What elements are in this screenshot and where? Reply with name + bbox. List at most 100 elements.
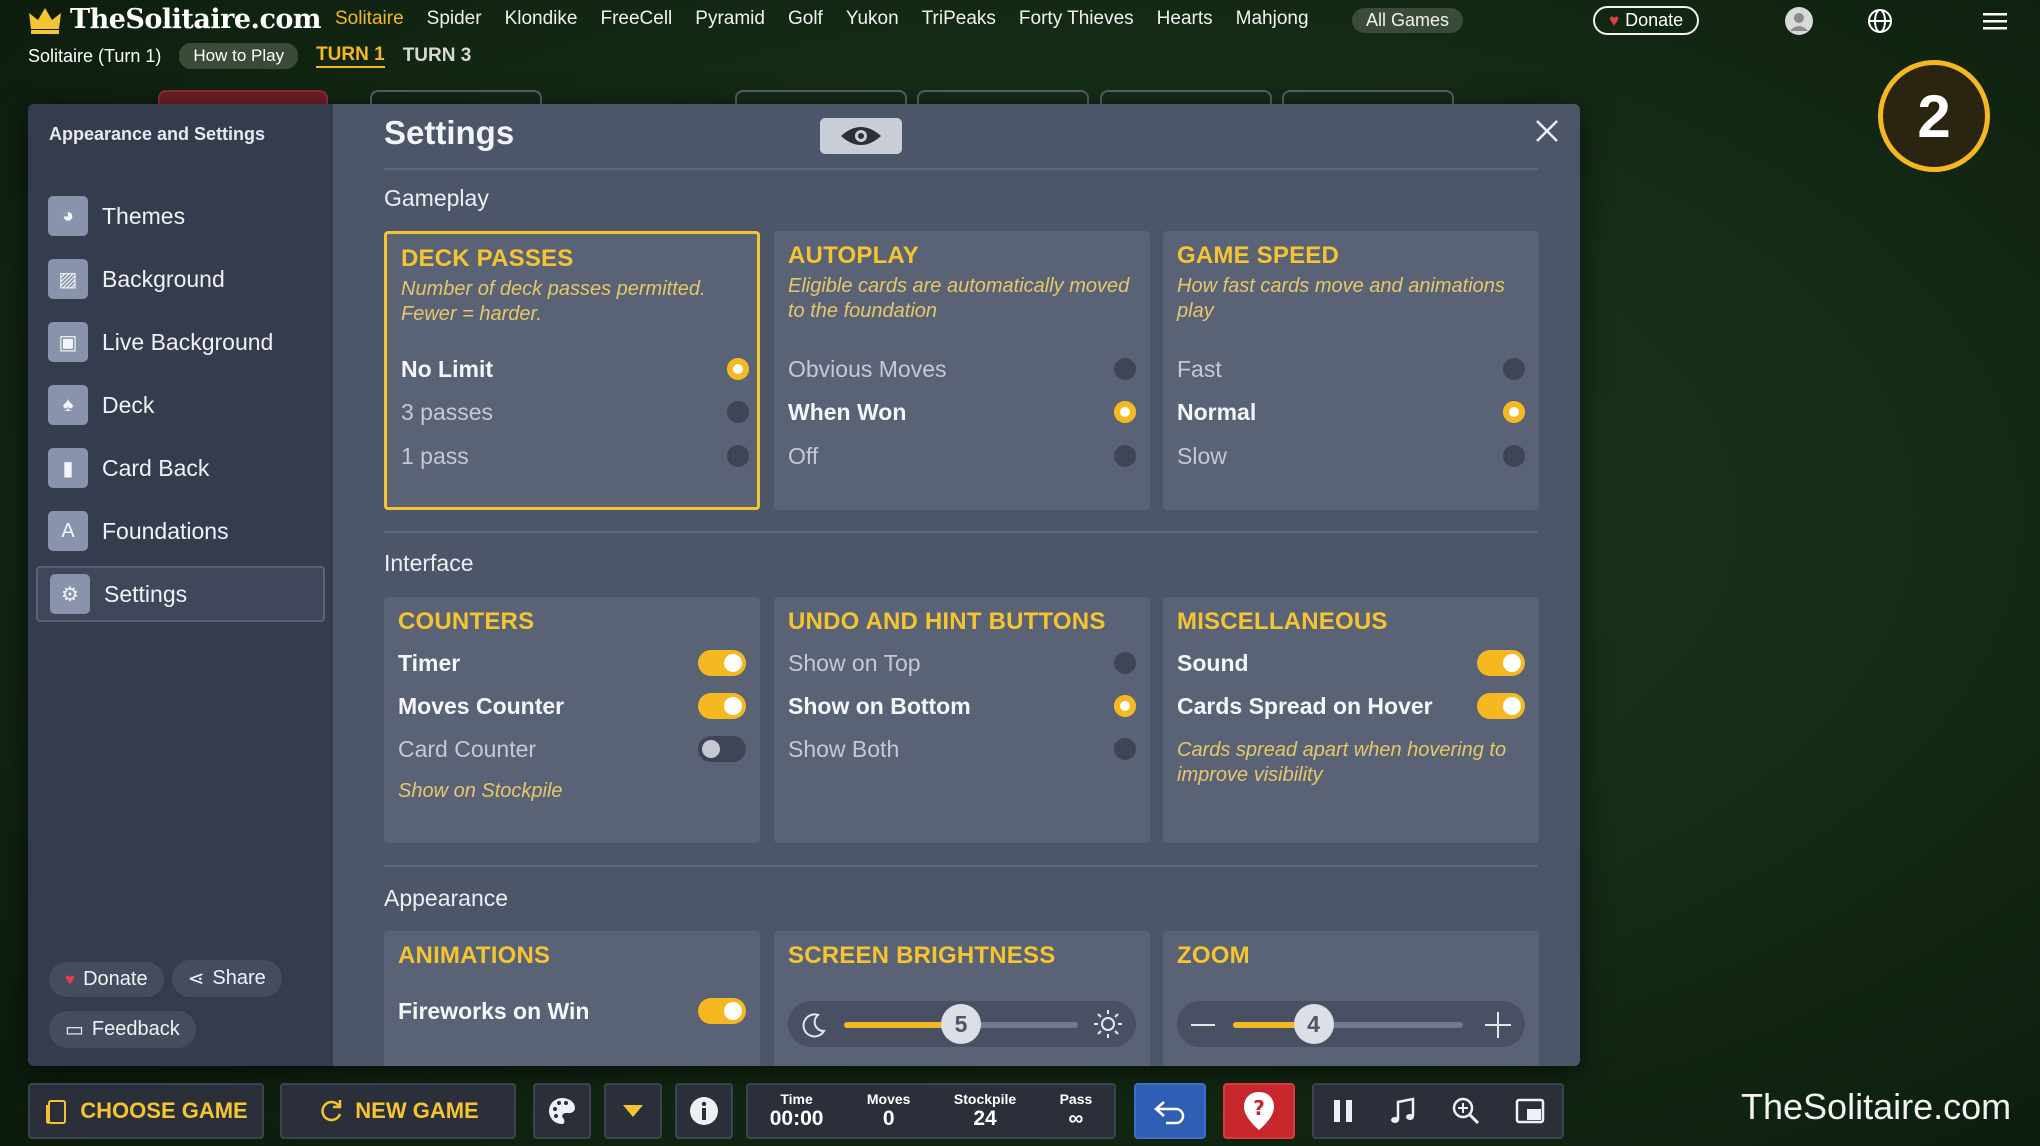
option-show-on-top[interactable]: Show on Top xyxy=(788,648,1136,678)
nav-yukon[interactable]: Yukon xyxy=(846,8,899,30)
radio[interactable] xyxy=(727,445,749,467)
option-normal[interactable]: Normal xyxy=(1177,397,1525,427)
sidebar-item-themes[interactable]: ◕ Themes xyxy=(36,188,325,244)
undo-button[interactable] xyxy=(1134,1083,1206,1139)
nav-forty-thieves[interactable]: Forty Thieves xyxy=(1019,8,1134,30)
option-show-on-bottom[interactable]: Show on Bottom xyxy=(788,691,1136,721)
radio-selected[interactable] xyxy=(727,358,749,380)
sidebar-item-background[interactable]: ▨ Background xyxy=(36,251,325,307)
minus-icon[interactable] xyxy=(1189,1011,1217,1039)
radio[interactable] xyxy=(1503,358,1525,380)
zoom-slider[interactable]: 4 xyxy=(1177,1001,1525,1047)
sun-icon xyxy=(1094,1010,1122,1038)
sidebar-item-deck[interactable]: ♠ Deck xyxy=(36,377,325,433)
share-button[interactable]: ⋖ Share xyxy=(171,959,282,997)
option-3-passes[interactable]: 3 passes xyxy=(401,397,749,427)
radio-selected[interactable] xyxy=(1114,695,1136,717)
sidebar-item-settings[interactable]: ⚙ Settings xyxy=(36,566,325,622)
zoom-in-icon[interactable] xyxy=(1451,1096,1481,1126)
option-fast[interactable]: Fast xyxy=(1177,354,1525,384)
slider-knob[interactable]: 5 xyxy=(941,1004,981,1044)
turn1-tab[interactable]: TURN 1 xyxy=(316,44,385,68)
radio[interactable] xyxy=(1114,445,1136,467)
option-obvious-moves[interactable]: Obvious Moves xyxy=(788,354,1136,384)
sidebar-item-live-background[interactable]: ▣ Live Background xyxy=(36,314,325,370)
slider-knob[interactable]: 4 xyxy=(1293,1004,1334,1044)
image-icon: ▨ xyxy=(48,259,88,299)
hint-button[interactable]: ? xyxy=(1223,1083,1295,1139)
feedback-button[interactable]: ▭ Feedback xyxy=(49,1011,196,1048)
preview-button[interactable] xyxy=(820,118,902,154)
nav-hearts[interactable]: Hearts xyxy=(1157,8,1213,30)
sidebar-item-foundations[interactable]: A Foundations xyxy=(36,503,325,559)
how-to-play-button[interactable]: How to Play xyxy=(179,43,299,69)
donate-button[interactable]: ♥ Donate xyxy=(49,962,164,997)
refresh-icon xyxy=(321,1100,342,1122)
logo-text: TheSolitaire.com xyxy=(70,4,321,35)
radio-selected[interactable] xyxy=(1503,401,1525,423)
nav-mahjong[interactable]: Mahjong xyxy=(1236,8,1309,30)
heart-icon: ♥ xyxy=(1609,10,1620,30)
globe-icon[interactable] xyxy=(1865,6,1895,36)
music-icon[interactable] xyxy=(1389,1096,1417,1126)
heart-icon: ♥ xyxy=(65,969,76,989)
fireworks-toggle[interactable] xyxy=(698,998,746,1024)
option-1-pass[interactable]: 1 pass xyxy=(401,441,749,471)
turn3-tab[interactable]: TURN 3 xyxy=(403,45,472,67)
nav-solitaire[interactable]: Solitaire xyxy=(335,8,404,30)
donate-button-top[interactable]: ♥ Donate xyxy=(1593,6,1700,35)
pause-icon[interactable] xyxy=(1331,1098,1355,1124)
dropdown-button[interactable] xyxy=(604,1083,662,1139)
option-moves-counter[interactable]: Moves Counter xyxy=(398,691,746,721)
brightness-slider[interactable]: 5 xyxy=(788,1001,1136,1047)
timer-toggle[interactable] xyxy=(698,650,746,676)
choose-game-button[interactable]: CHOOSE GAME xyxy=(28,1083,264,1139)
radio-selected[interactable] xyxy=(1114,401,1136,423)
card-counter-toggle[interactable] xyxy=(698,736,746,762)
radio[interactable] xyxy=(1503,445,1525,467)
moves-counter-toggle[interactable] xyxy=(698,693,746,719)
option-card-counter[interactable]: Card Counter xyxy=(398,734,746,764)
nav-spider[interactable]: Spider xyxy=(427,8,482,30)
radio[interactable] xyxy=(727,401,749,423)
themes-button[interactable] xyxy=(533,1083,591,1139)
info-button[interactable] xyxy=(675,1083,733,1139)
radio[interactable] xyxy=(1114,652,1136,674)
plus-icon[interactable] xyxy=(1483,1010,1513,1040)
nav-klondike[interactable]: Klondike xyxy=(505,8,578,30)
cards-spread-toggle[interactable] xyxy=(1477,693,1525,719)
card-title: ZOOM xyxy=(1177,942,1250,969)
option-slow[interactable]: Slow xyxy=(1177,441,1525,471)
nav-golf[interactable]: Golf xyxy=(788,8,823,30)
option-sound[interactable]: Sound xyxy=(1177,648,1525,678)
option-label: Fast xyxy=(1177,355,1222,382)
option-timer[interactable]: Timer xyxy=(398,648,746,678)
stat-label: Pass xyxy=(1059,1091,1093,1107)
option-label: No Limit xyxy=(401,355,493,382)
nav-tripeaks[interactable]: TriPeaks xyxy=(922,8,996,30)
option-off[interactable]: Off xyxy=(788,441,1136,471)
nav-pyramid[interactable]: Pyramid xyxy=(695,8,765,30)
site-logo[interactable]: TheSolitaire.com xyxy=(28,4,321,35)
sidebar-item-card-back[interactable]: ▮ Card Back xyxy=(36,440,325,496)
user-avatar-icon[interactable] xyxy=(1784,6,1814,36)
cards-spread-note: Cards spread apart when hovering to impr… xyxy=(1177,739,1507,786)
svg-text:?: ? xyxy=(1253,1096,1265,1120)
radio[interactable] xyxy=(1114,738,1136,760)
option-when-won[interactable]: When Won xyxy=(788,397,1136,427)
option-show-both[interactable]: Show Both xyxy=(788,734,1136,764)
option-no-limit[interactable]: No Limit xyxy=(401,354,749,384)
option-fireworks[interactable]: Fireworks on Win xyxy=(398,996,746,1026)
fullscreen-icon[interactable] xyxy=(1515,1097,1545,1125)
stat-label: Moves xyxy=(866,1091,911,1107)
radio[interactable] xyxy=(1114,358,1136,380)
option-cards-spread[interactable]: Cards Spread on Hover xyxy=(1177,691,1525,721)
close-icon[interactable] xyxy=(1532,116,1562,146)
all-games-button[interactable]: All Games xyxy=(1352,8,1464,33)
sound-toggle[interactable] xyxy=(1477,650,1525,676)
hamburger-menu-icon[interactable] xyxy=(1980,6,2010,36)
nav-freecell[interactable]: FreeCell xyxy=(600,8,672,30)
card-title: COUNTERS xyxy=(398,608,535,635)
palette-icon xyxy=(549,1098,575,1124)
new-game-button[interactable]: NEW GAME xyxy=(280,1083,516,1139)
